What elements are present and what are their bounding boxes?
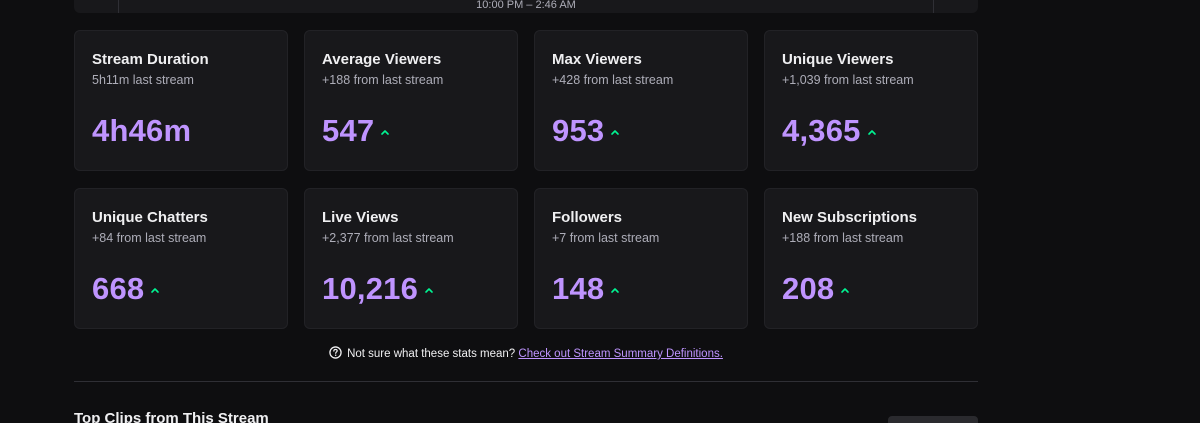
stat-comparison: 5h11m last stream	[92, 73, 194, 87]
section-divider	[74, 381, 978, 382]
stat-title: Max Viewers	[552, 51, 642, 68]
top-clips-heading: Top Clips from This Stream	[74, 410, 269, 423]
trend-up-icon	[611, 288, 620, 293]
time-range-label: 10:00 PM – 2:46 AM	[476, 0, 576, 11]
stream-summary-page: 10:00 PM – 2:46 AM Stream Duration 5h11m…	[0, 0, 1200, 423]
stat-comparison: +7 from last stream	[552, 231, 660, 245]
stat-title: New Subscriptions	[782, 209, 918, 226]
trend-up-icon	[151, 288, 160, 293]
stat-card-stream-duration: Stream Duration 5h11m last stream 4h46m	[74, 30, 288, 171]
stats-grid: Stream Duration 5h11m last stream 4h46m …	[74, 30, 978, 329]
stat-title: Average Viewers	[322, 51, 442, 68]
stat-card-max-viewers: Max Viewers +428 from last stream 953	[534, 30, 748, 171]
stat-card-unique-viewers: Unique Viewers +1,039 from last stream 4…	[764, 30, 978, 171]
trend-up-icon	[381, 130, 390, 135]
stat-value: 208	[782, 271, 835, 306]
top-clips-action-button[interactable]	[888, 416, 978, 423]
time-range-header: 10:00 PM – 2:46 AM	[74, 0, 978, 13]
help-text: Not sure what these stats mean?	[347, 348, 516, 360]
stat-card-average-viewers: Average Viewers +188 from last stream 54…	[304, 30, 518, 171]
stat-comparison: +428 from last stream	[552, 73, 674, 87]
trend-up-icon	[841, 288, 850, 293]
stat-card-unique-chatters: Unique Chatters +84 from last stream 668	[74, 188, 288, 329]
stat-card-followers: Followers +7 from last stream 148	[534, 188, 748, 329]
stats-help-line: Not sure what these stats mean? Check ou…	[0, 346, 1052, 362]
trend-up-icon	[425, 288, 433, 293]
question-circle-icon	[329, 346, 342, 359]
stat-title: Followers	[552, 209, 623, 226]
next-stream-button[interactable]	[933, 0, 978, 13]
stream-summary-definitions-link[interactable]: Check out Stream Summary Definitions.	[518, 348, 723, 360]
stat-title: Unique Chatters	[92, 209, 208, 226]
stat-value: 148	[552, 271, 605, 306]
stat-title: Stream Duration	[92, 51, 209, 68]
stat-title: Live Views	[322, 209, 399, 226]
stat-value: 10,216	[322, 271, 419, 306]
stat-value: 547	[322, 113, 375, 148]
stat-value: 4,365	[782, 113, 861, 148]
trend-up-icon	[867, 130, 876, 135]
stat-value: 4h46m	[92, 113, 192, 148]
stat-comparison: +1,039 from last stream	[782, 73, 914, 87]
stat-card-new-subscriptions: New Subscriptions +188 from last stream …	[764, 188, 978, 329]
stat-comparison: +188 from last stream	[782, 231, 904, 245]
stat-comparison: +84 from last stream	[92, 231, 207, 245]
stat-comparison: +2,377 from last stream	[322, 231, 454, 245]
trend-up-icon	[611, 130, 620, 135]
stat-value: 668	[92, 271, 145, 306]
stat-title: Unique Viewers	[782, 51, 894, 68]
stat-card-live-views: Live Views +2,377 from last stream 10,21…	[304, 188, 518, 329]
stat-value: 953	[552, 113, 605, 148]
stat-comparison: +188 from last stream	[322, 73, 444, 87]
